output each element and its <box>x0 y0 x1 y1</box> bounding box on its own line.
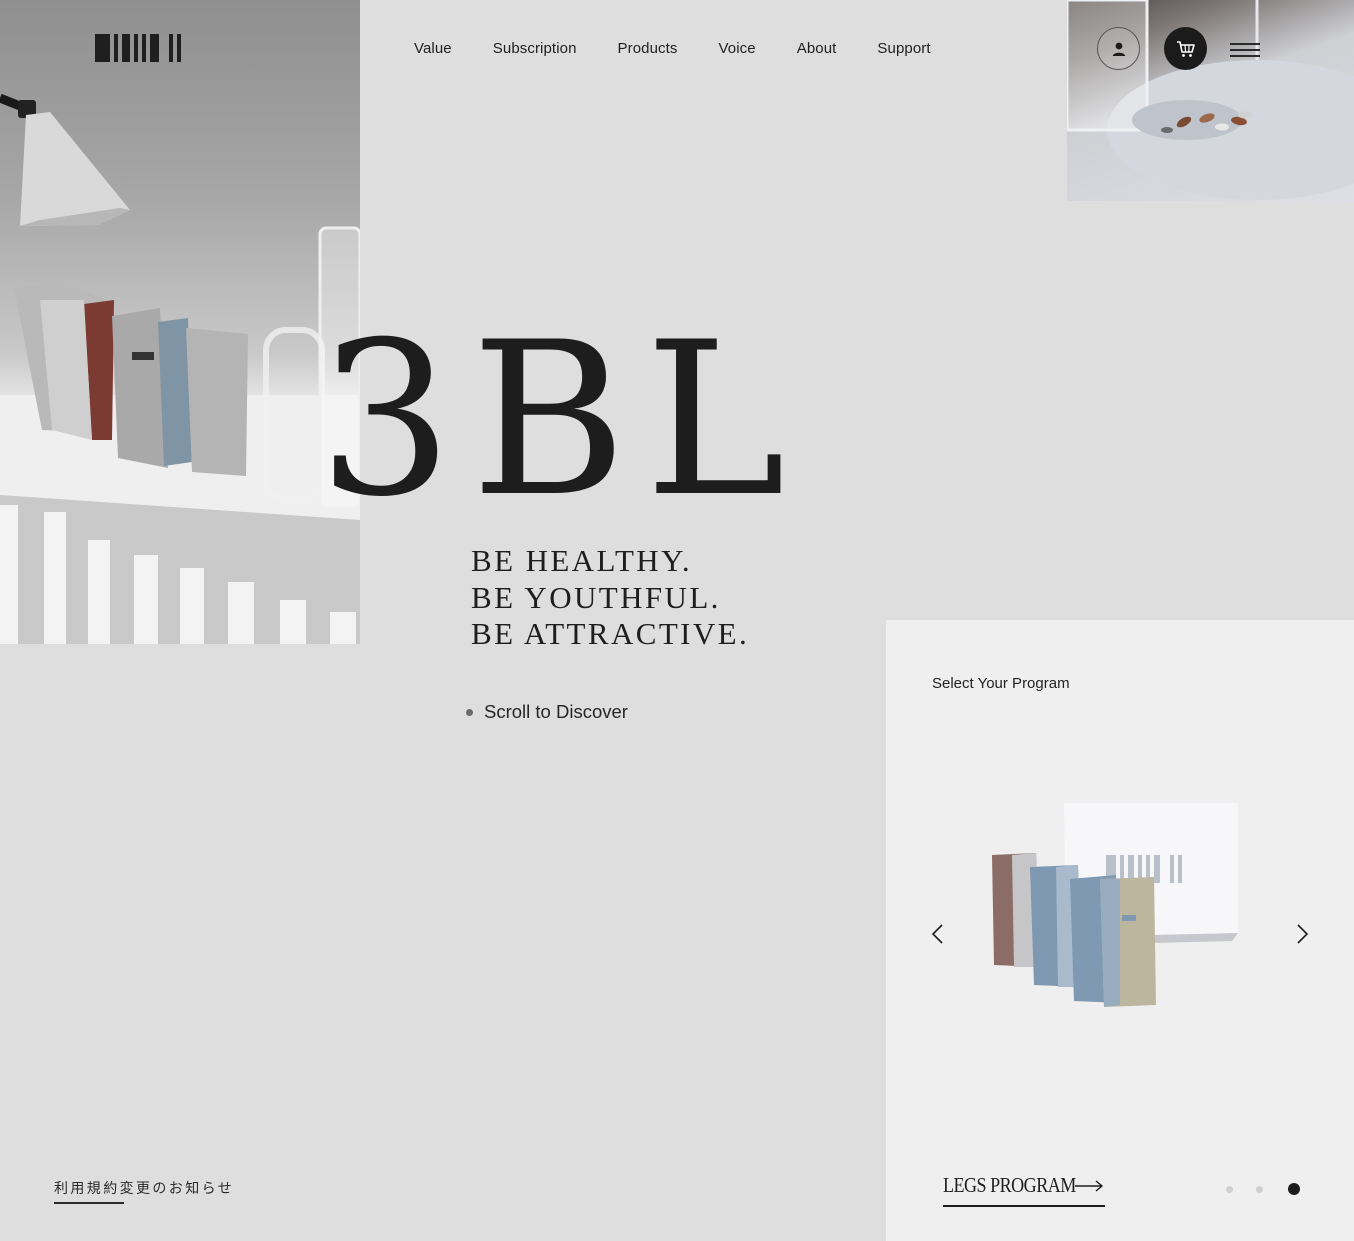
arrow-right-icon <box>1075 1179 1104 1192</box>
tagline-line-3: BE ATTRACTIVE. <box>471 616 750 651</box>
program-product-image[interactable] <box>986 795 1246 1015</box>
hamburger-menu-icon[interactable] <box>1230 41 1260 57</box>
tagline-line-2: BE YOUTHFUL. <box>471 579 721 615</box>
account-button[interactable] <box>1097 27 1140 70</box>
tagline-line-1: BE HEALTHY. <box>471 543 693 578</box>
chevron-right-icon[interactable] <box>1294 923 1310 945</box>
program-link-underline <box>943 1205 1105 1207</box>
hero-brand-title: 3BL <box>318 296 804 543</box>
program-selector-panel: Select Your Program LEGS PROGRAM <box>886 620 1354 1241</box>
nav-item-products[interactable]: Products <box>618 38 678 60</box>
nav-item-subscription[interactable]: Subscription <box>493 38 577 60</box>
carousel-pagination <box>1226 1183 1300 1195</box>
hero-photo-left-image <box>0 93 360 644</box>
brand-logo[interactable] <box>95 34 181 62</box>
nav-item-voice[interactable]: Voice <box>719 38 756 60</box>
carousel-dot-1[interactable] <box>1226 1185 1233 1193</box>
hero-tagline: BE HEALTHY. BE YOUTHFUL. BE ATTRACTIVE. <box>471 543 749 653</box>
cart-button[interactable] <box>1164 27 1207 70</box>
scroll-dot-icon <box>466 708 473 716</box>
panel-title: Select Your Program <box>932 675 1070 692</box>
scroll-label: Scroll to Discover <box>484 701 628 722</box>
carousel-dot-2[interactable] <box>1256 1185 1263 1193</box>
nav-item-value[interactable]: Value <box>414 38 452 60</box>
hero-photo-left <box>0 0 360 644</box>
program-link[interactable]: LEGS PROGRAM <box>943 1173 1105 1198</box>
carousel-dot-3-active[interactable] <box>1288 1183 1300 1195</box>
terms-notice-link[interactable]: 利用規約変更のお知らせ <box>54 1178 234 1198</box>
cart-icon <box>1176 40 1195 57</box>
user-icon <box>1112 42 1125 56</box>
main-nav: Value Subscription Products Voice About … <box>414 38 931 60</box>
chevron-left-icon[interactable] <box>930 923 946 945</box>
notice-underline <box>54 1202 124 1204</box>
nav-item-support[interactable]: Support <box>877 38 930 60</box>
scroll-to-discover[interactable]: Scroll to Discover <box>466 701 628 723</box>
program-label: LEGS PROGRAM <box>943 1173 1076 1197</box>
nav-item-about[interactable]: About <box>797 38 837 60</box>
